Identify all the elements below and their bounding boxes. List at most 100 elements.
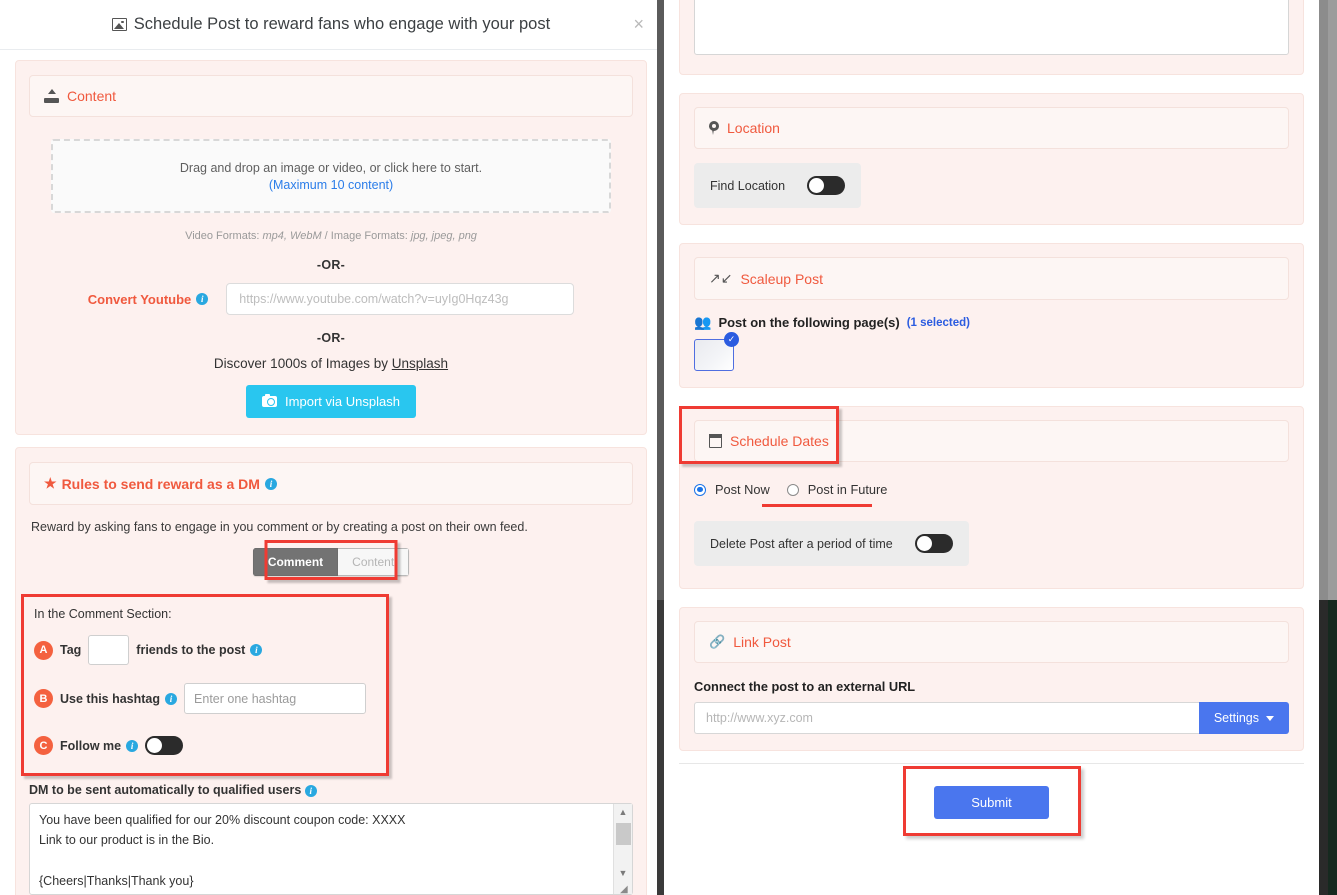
radio-highlight-underline bbox=[762, 504, 872, 507]
hashtag-input[interactable] bbox=[184, 683, 367, 714]
content-panel: Content Drag and drop an image or video,… bbox=[15, 60, 647, 435]
image-icon bbox=[111, 18, 127, 31]
radio-post-now[interactable] bbox=[694, 483, 706, 496]
rules-header-text: Rules to send reward as a DM bbox=[61, 475, 260, 492]
rule-c-label: Follow me i bbox=[60, 738, 139, 753]
dm-message-label: DM to be sent automatically to qualified… bbox=[29, 783, 633, 797]
rule-c-row: C Follow me i bbox=[34, 736, 376, 755]
external-url-label: Connect the post to an external URL bbox=[694, 679, 916, 694]
info-icon[interactable]: i bbox=[250, 644, 263, 656]
window-edge-strip-top bbox=[1328, 0, 1337, 600]
formats-image-list: jpg, jpeg, png bbox=[410, 230, 477, 242]
schedule-header-label: Schedule Dates bbox=[730, 433, 829, 449]
scaleup-panel: ↗↙ Scaleup Post 👥 Post on the following … bbox=[679, 243, 1304, 388]
scroll-up-icon[interactable]: ▲ bbox=[619, 804, 628, 821]
rule-b-label-text: Use this hashtag bbox=[60, 691, 161, 706]
youtube-label: Convert Youtube i bbox=[88, 292, 209, 307]
post-caption-panel bbox=[679, 0, 1304, 75]
unsplash-link[interactable]: Unsplash bbox=[392, 356, 448, 371]
close-icon[interactable]: × bbox=[629, 13, 648, 35]
app-screen: Schedule Post to reward fans who engage … bbox=[0, 0, 1337, 895]
find-location-toggle[interactable] bbox=[807, 176, 846, 195]
youtube-url-input[interactable] bbox=[226, 283, 575, 315]
schedule-panel-header: Schedule Dates bbox=[694, 420, 1289, 462]
expand-arrows-icon: ↗↙ bbox=[709, 270, 733, 286]
comment-rules-box: In the Comment Section: A Tag friends to… bbox=[21, 594, 389, 776]
formats-image-prefix: / Image Formats: bbox=[324, 230, 408, 242]
delete-post-toggle[interactable] bbox=[914, 534, 953, 553]
dm-message-textarea[interactable] bbox=[29, 803, 633, 895]
external-url-input[interactable] bbox=[694, 702, 1199, 734]
comment-section-title: In the Comment Section: bbox=[34, 607, 172, 621]
import-unsplash-button[interactable]: Import via Unsplash bbox=[246, 385, 416, 418]
rule-b-badge: B bbox=[34, 689, 53, 708]
submit-button[interactable]: Submit bbox=[934, 786, 1049, 819]
camera-icon bbox=[262, 393, 278, 407]
link-header-label: Link Post bbox=[733, 634, 791, 650]
check-circle-icon: ✓ bbox=[724, 332, 739, 347]
chevron-down-icon bbox=[1266, 715, 1274, 721]
star-icon: ★ bbox=[44, 475, 57, 491]
delete-post-row: Delete Post after a period of time bbox=[694, 521, 969, 566]
find-location-label: Find Location bbox=[710, 178, 786, 193]
unsplash-discover-text: Discover 1000s of Images by Unsplash bbox=[29, 356, 633, 371]
dm-message-label-text: DM to be sent automatically to qualified… bbox=[29, 783, 302, 797]
tab-comment[interactable]: Comment bbox=[252, 548, 339, 576]
schedule-panel: Schedule Dates Post Now Post in Future D… bbox=[679, 406, 1304, 589]
map-pin-icon bbox=[709, 121, 719, 135]
footer-divider bbox=[679, 763, 1304, 764]
youtube-label-text: Convert Youtube bbox=[87, 291, 192, 307]
left-pane: Schedule Post to reward fans who engage … bbox=[0, 0, 663, 895]
post-caption-textarea[interactable] bbox=[694, 0, 1289, 55]
import-unsplash-label: Import via Unsplash bbox=[285, 394, 400, 409]
dm-textarea-scrollbar[interactable]: ▲ ▼ bbox=[613, 804, 632, 894]
rule-c-badge: C bbox=[34, 736, 53, 755]
submit-area: Submit bbox=[664, 766, 1319, 836]
resize-handle-icon[interactable]: ◢ bbox=[620, 885, 631, 895]
find-location-row: Find Location bbox=[694, 163, 862, 208]
pages-label-row: 👥 Post on the following page(s) (1 selec… bbox=[694, 314, 1289, 331]
link-icon: 🔗 bbox=[709, 634, 726, 649]
pages-label: Post on the following page(s) bbox=[718, 315, 900, 330]
rule-b-row: B Use this hashtag i bbox=[34, 683, 376, 714]
link-settings-button[interactable]: Settings bbox=[1198, 702, 1289, 734]
rules-subtitle: Reward by asking fans to engage in you c… bbox=[31, 520, 528, 534]
scaleup-panel-header: ↗↙ Scaleup Post bbox=[694, 257, 1289, 300]
schedule-radio-group: Post Now Post in Future bbox=[694, 482, 1289, 507]
info-icon[interactable]: i bbox=[304, 785, 317, 797]
supported-formats: Video Formats: mp4, WebM / Image Formats… bbox=[29, 230, 633, 242]
info-icon[interactable]: i bbox=[165, 692, 178, 705]
dropzone-max-text: (Maximum 10 content) bbox=[268, 177, 394, 192]
info-icon[interactable]: i bbox=[196, 293, 209, 305]
rule-a-prefix: Tag bbox=[60, 643, 82, 657]
schedule-header-wrap: Schedule Dates bbox=[679, 406, 1289, 464]
link-panel-header: 🔗 Link Post bbox=[694, 621, 1289, 663]
rule-b-label: Use this hashtag i bbox=[60, 691, 178, 706]
tag-friends-count-input[interactable] bbox=[88, 635, 130, 665]
pages-selected-count: (1 selected) bbox=[906, 316, 970, 329]
info-icon[interactable]: i bbox=[264, 477, 277, 490]
follow-me-toggle[interactable] bbox=[145, 736, 184, 755]
right-scrollbar-track-lower[interactable] bbox=[1319, 600, 1328, 895]
unsplash-button-wrap: Import via Unsplash bbox=[29, 385, 633, 418]
discover-label: Discover 1000s of Images by bbox=[213, 356, 389, 371]
location-header-label: Location bbox=[727, 120, 780, 136]
content-header-label: Content bbox=[67, 88, 117, 104]
right-scrollbar-track[interactable] bbox=[1319, 0, 1328, 600]
delete-post-label: Delete Post after a period of time bbox=[710, 536, 893, 551]
page-thumbnail[interactable]: ✓ bbox=[694, 332, 739, 371]
radio-post-future[interactable] bbox=[786, 483, 799, 496]
rule-c-label-text: Follow me bbox=[60, 738, 122, 753]
tab-content[interactable]: Content bbox=[338, 548, 410, 576]
users-icon: 👥 bbox=[694, 314, 712, 330]
dropzone-primary-text: Drag and drop an image or video, or clic… bbox=[179, 160, 483, 175]
link-panel: 🔗 Link Post Connect the post to an exter… bbox=[679, 607, 1304, 751]
rules-header-label: ★ Rules to send reward as a DM i bbox=[44, 475, 277, 492]
media-dropzone[interactable]: Drag and drop an image or video, or clic… bbox=[51, 139, 611, 213]
info-icon[interactable]: i bbox=[126, 739, 139, 752]
rules-tabs: Comment Content bbox=[252, 548, 410, 576]
rules-panel-header: ★ Rules to send reward as a DM i bbox=[29, 462, 633, 505]
external-url-row: Settings bbox=[694, 702, 1289, 734]
scrollbar-thumb[interactable] bbox=[615, 823, 631, 845]
pane-divider-lower bbox=[657, 600, 664, 895]
